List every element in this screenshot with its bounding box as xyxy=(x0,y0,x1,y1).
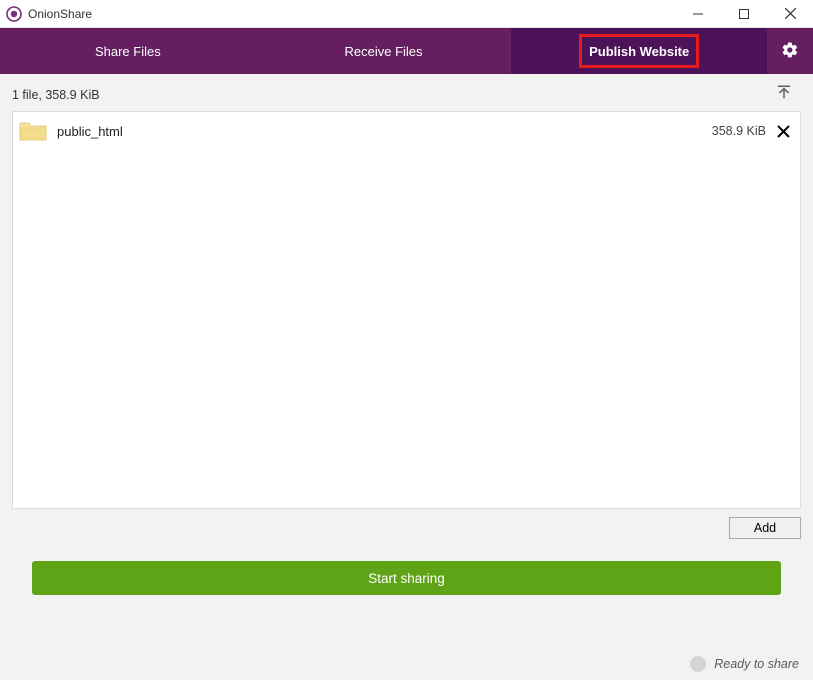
start-sharing-button[interactable]: Start sharing xyxy=(32,561,781,595)
tab-bar: Share Files Receive Files Publish Websit… xyxy=(0,28,813,74)
tab-highlight-box: Publish Website xyxy=(579,34,699,68)
add-button[interactable]: Add xyxy=(729,517,801,539)
titlebar: OnionShare xyxy=(0,0,813,28)
status-indicator-icon xyxy=(690,656,706,672)
tab-label: Publish Website xyxy=(589,44,689,59)
gear-icon xyxy=(781,41,799,62)
status-text: Ready to share xyxy=(714,657,799,671)
tab-share-files[interactable]: Share Files xyxy=(0,28,256,74)
minimize-button[interactable] xyxy=(675,0,721,27)
maximize-button[interactable] xyxy=(721,0,767,27)
tab-label: Receive Files xyxy=(344,44,422,59)
window-controls xyxy=(675,0,813,27)
folder-icon xyxy=(19,120,47,142)
start-row: Start sharing xyxy=(0,539,813,595)
file-list-panel: public_html 358.9 KiB xyxy=(12,111,801,509)
add-row: Add xyxy=(0,509,813,539)
file-size: 358.9 KiB xyxy=(712,124,766,138)
content-area: 1 file, 358.9 KiB public_html 358.9 KiB xyxy=(0,74,813,680)
upload-icon[interactable] xyxy=(775,84,793,105)
summary-row: 1 file, 358.9 KiB xyxy=(0,74,813,111)
file-row[interactable]: public_html 358.9 KiB xyxy=(13,112,800,150)
tab-label: Share Files xyxy=(95,44,161,59)
status-bar: Ready to share xyxy=(0,656,813,680)
close-button[interactable] xyxy=(767,0,813,27)
app-icon xyxy=(6,6,22,22)
tab-publish-website[interactable]: Publish Website xyxy=(511,28,767,74)
tab-receive-files[interactable]: Receive Files xyxy=(256,28,512,74)
file-name: public_html xyxy=(57,124,123,139)
settings-button[interactable] xyxy=(767,28,813,74)
file-count-summary: 1 file, 358.9 KiB xyxy=(12,88,100,102)
window-title: OnionShare xyxy=(28,7,92,21)
remove-file-button[interactable] xyxy=(774,122,792,140)
